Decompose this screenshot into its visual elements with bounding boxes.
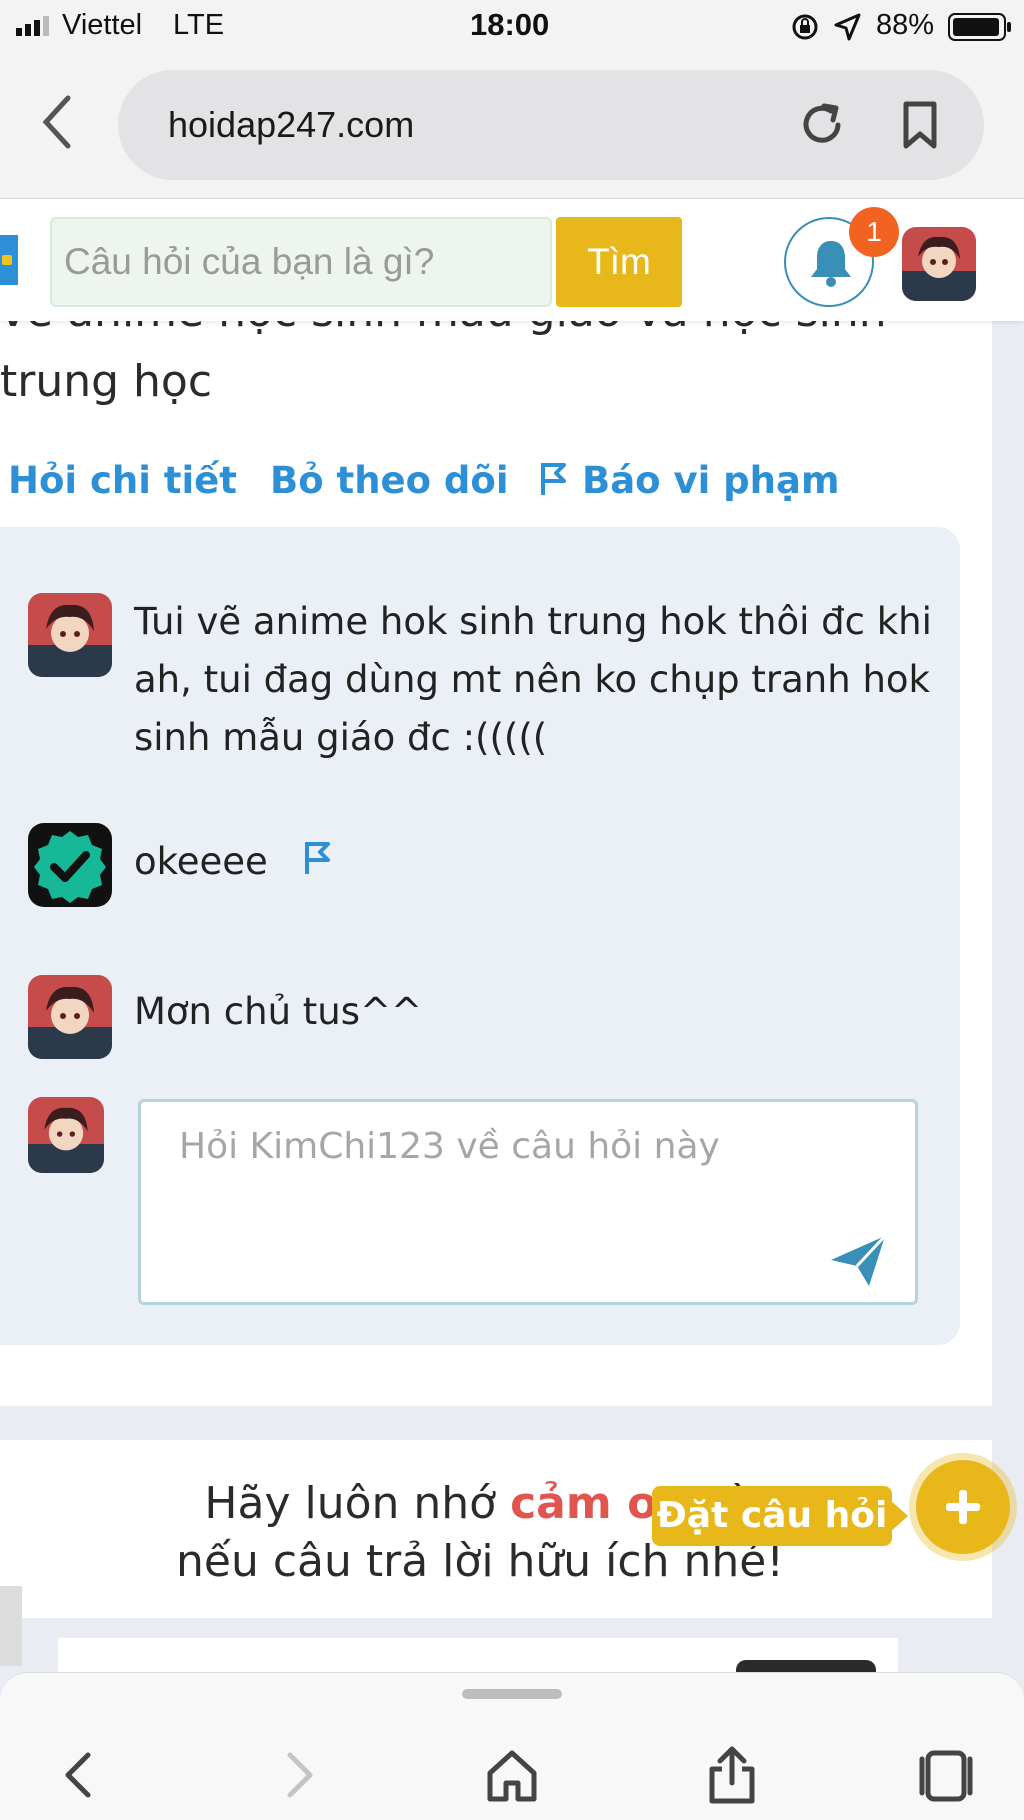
location-arrow-icon bbox=[834, 13, 861, 41]
back-chevron-icon[interactable] bbox=[50, 1745, 110, 1805]
site-header: Tìm 1 bbox=[0, 199, 1024, 321]
send-icon[interactable] bbox=[829, 1234, 887, 1288]
question-actions: Hỏi chi tiết Bỏ theo dõi Báo vi phạm bbox=[8, 459, 988, 519]
flag-icon bbox=[541, 463, 566, 495]
comment-item: Tui vẽ anime hok sinh trung hok thôi đc … bbox=[28, 593, 932, 773]
current-user-avatar bbox=[28, 1097, 104, 1173]
reply-box bbox=[138, 1099, 918, 1305]
flag-icon[interactable] bbox=[302, 840, 332, 876]
question-card: vẽ anime học sinh mẫu giáo và học sinh t… bbox=[0, 286, 992, 1406]
commenter-avatar[interactable] bbox=[28, 593, 112, 677]
report-link[interactable]: Báo vi phạm bbox=[538, 459, 840, 502]
network-type: LTE bbox=[173, 9, 225, 41]
comments-section: Tui vẽ anime hok sinh trung hok thôi đc … bbox=[0, 527, 960, 1345]
bookmark-icon[interactable] bbox=[900, 100, 940, 150]
left-edge-sliver bbox=[0, 1586, 22, 1666]
search-button[interactable]: Tìm bbox=[556, 217, 682, 307]
status-bar: Viettel LTE 18:00 88% bbox=[0, 0, 1024, 54]
browser-toolbar bbox=[0, 1672, 1024, 1820]
signal-icon bbox=[16, 16, 49, 36]
ask-question-button[interactable] bbox=[916, 1460, 1010, 1554]
forward-chevron-icon[interactable] bbox=[268, 1745, 328, 1805]
comment-item: Mơn chủ tus^^ bbox=[28, 975, 928, 1065]
home-icon[interactable] bbox=[482, 1745, 542, 1805]
battery-percent: 88% bbox=[876, 9, 935, 41]
battery-icon bbox=[948, 13, 1011, 41]
share-icon[interactable] bbox=[702, 1745, 762, 1805]
comment-text: Tui vẽ anime hok sinh trung hok thôi đc … bbox=[134, 600, 932, 759]
site-logo[interactable] bbox=[0, 235, 18, 285]
browser-url-area: hoidap247.com bbox=[0, 54, 1024, 199]
thanks-prefix: Hãy luôn nhớ bbox=[204, 1478, 511, 1529]
comment-text: okeeee bbox=[134, 833, 964, 891]
rotation-lock-icon bbox=[792, 14, 818, 40]
address-bar[interactable]: hoidap247.com bbox=[118, 70, 984, 180]
comment-item: okeeee bbox=[28, 823, 928, 913]
ask-detail-link[interactable]: Hỏi chi tiết bbox=[8, 459, 237, 502]
question-title-line2: trung học bbox=[0, 356, 213, 407]
search-input[interactable] bbox=[50, 217, 552, 307]
unfollow-link[interactable]: Bỏ theo dõi bbox=[270, 459, 509, 502]
reload-icon[interactable] bbox=[798, 100, 846, 150]
reply-input[interactable] bbox=[141, 1102, 915, 1302]
carrier-name: Viettel bbox=[62, 9, 143, 41]
bell-icon bbox=[811, 241, 851, 287]
commenter-avatar[interactable] bbox=[28, 975, 112, 1059]
url-text[interactable]: hoidap247.com bbox=[168, 104, 414, 146]
back-chevron-icon[interactable] bbox=[38, 94, 78, 150]
comment-text-okeeee: okeeee bbox=[134, 840, 268, 883]
report-label: Báo vi phạm bbox=[582, 459, 840, 502]
verified-avatar bbox=[28, 823, 112, 907]
user-avatar[interactable] bbox=[902, 227, 976, 301]
comment-text: Mơn chủ tus^^ bbox=[134, 990, 423, 1033]
notification-badge: 1 bbox=[849, 207, 899, 257]
ask-question-label[interactable]: Đặt câu hỏi bbox=[652, 1486, 908, 1546]
toolbar-grabber[interactable] bbox=[462, 1689, 562, 1699]
status-time: 18:00 bbox=[470, 7, 550, 42]
tabs-icon[interactable] bbox=[916, 1745, 976, 1805]
